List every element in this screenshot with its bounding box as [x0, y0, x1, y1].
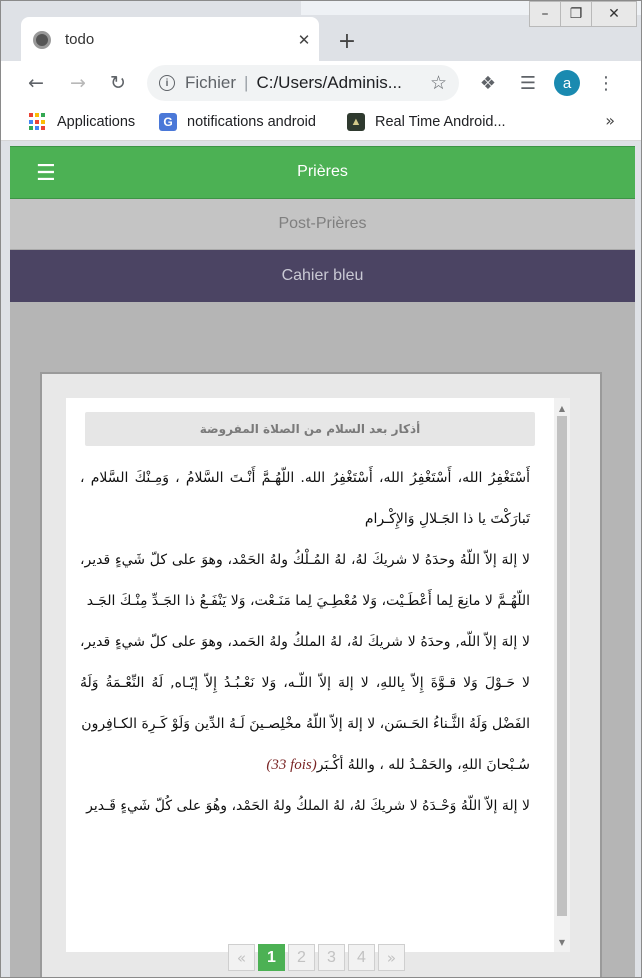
scrollbar-thumb[interactable]	[557, 416, 567, 916]
card-frame: أذكار بعد السلام من الصلاة المفروضة أَسْ…	[40, 372, 602, 977]
dhikr-paragraph: سُـبْحانَ اللهِ، والحَمْـدُ لله ، واللهُ…	[80, 745, 530, 786]
scroll-down-icon[interactable]: ▼	[554, 934, 570, 950]
bookmark-star-icon[interactable]: ☆	[430, 72, 447, 94]
pagination-page-2[interactable]: 2	[288, 944, 315, 971]
pagination-page-1[interactable]: 1	[258, 944, 285, 971]
back-arrow-icon[interactable]: ←	[21, 68, 51, 98]
menu-item-post-prieres[interactable]: Post-Prières	[10, 199, 635, 250]
bookmark-real-time-android[interactable]: ▲ Real Time Android...	[347, 113, 506, 131]
menu-item-prieres[interactable]: ☰ Prières	[10, 146, 635, 199]
address-url[interactable]: C:/Users/Adminis...	[256, 73, 430, 93]
bookmark-label: Applications	[57, 114, 136, 130]
bookmark-label: notifications android	[187, 114, 316, 130]
address-bar[interactable]: i Fichier | C:/Users/Adminis... ☆	[147, 65, 459, 101]
pagination: « 1 2 3 4 »	[228, 944, 408, 971]
pagination-page-4[interactable]: 4	[348, 944, 375, 971]
close-window-icon[interactable]: ✕	[591, 1, 637, 27]
dhikr-paragraph: لا إلهَ إلاّ اللّه, وحدَهُ لا شريكَ لهُ،…	[80, 634, 530, 732]
bookmarks-overflow-icon[interactable]: »	[605, 111, 615, 130]
maximize-icon[interactable]: ❐	[560, 1, 592, 27]
info-icon[interactable]: i	[159, 75, 175, 91]
address-scheme: Fichier	[185, 73, 237, 92]
dhikr-text: سُـبْحانَ اللهِ، والحَمْـدُ لله ، واللهُ…	[316, 757, 530, 773]
browser-tab[interactable]: todo ✕	[21, 17, 319, 62]
dhikr-card: أذكار بعد السلام من الصلاة المفروضة أَسْ…	[66, 398, 570, 952]
pagination-page-3[interactable]: 3	[318, 944, 345, 971]
window-controls: – ❐ ✕	[529, 1, 637, 27]
bookmark-label: Real Time Android...	[375, 114, 506, 130]
minimize-icon[interactable]: –	[529, 1, 561, 27]
profile-avatar[interactable]: a	[554, 70, 580, 96]
google-translate-icon: G	[159, 113, 177, 131]
address-separator: |	[244, 73, 249, 92]
repeat-count-note: (33 fois)	[266, 757, 317, 773]
kebab-menu-icon[interactable]: ⋮	[591, 68, 621, 98]
card-header: أذكار بعد السلام من الصلاة المفروضة	[85, 412, 535, 446]
dhikr-paragraph: لا إلهَ إلاّ اللّهُ وَحْـدَهُ لا شريكَ ل…	[86, 798, 530, 814]
pagination-next[interactable]: »	[378, 944, 405, 971]
tab-title: todo	[65, 31, 95, 48]
card-text: أَسْتَغْفِرُ الله، أَسْتَغْفِرُ الله، أَ…	[66, 458, 540, 952]
apps-grid-icon	[29, 113, 47, 131]
menu-item-label: Prières	[297, 163, 348, 180]
media-queue-icon[interactable]: ☰	[513, 68, 543, 98]
scroll-up-icon[interactable]: ▲	[554, 400, 570, 416]
bookmark-notifications-android[interactable]: G notifications android	[159, 113, 316, 131]
menu-item-cahier-bleu[interactable]: Cahier bleu	[10, 250, 635, 302]
extensions-puzzle-icon[interactable]: ❖	[473, 68, 503, 98]
bookmark-applications[interactable]: Applications	[29, 113, 135, 131]
card-scrollbar[interactable]: ▲ ▼	[554, 398, 570, 952]
browser-window: – ❐ ✕ todo ✕ + ← → ↻ i Fichier | C:/User…	[0, 0, 642, 978]
pagination-prev[interactable]: «	[228, 944, 255, 971]
new-tab-icon[interactable]: +	[333, 27, 361, 55]
bookmarks-bar: Applications G notifications android ▲ R…	[1, 105, 641, 141]
tab-close-icon[interactable]: ✕	[289, 31, 319, 49]
reload-icon[interactable]: ↻	[103, 68, 133, 98]
forward-arrow-icon[interactable]: →	[63, 68, 93, 98]
tab-favicon-icon	[33, 30, 51, 49]
page-viewport: ☰ Prières Post-Prières Cahier bleu أذكار…	[10, 146, 635, 977]
android-icon: ▲	[347, 113, 365, 131]
dhikr-paragraph: لا إلهَ إلاّ اللّهُ وحدَهُ لا شريكَ لهُ،…	[80, 552, 530, 609]
dhikr-paragraph: أَسْتَغْفِرُ الله، أَسْتَغْفِرُ الله، أَ…	[80, 470, 530, 527]
browser-toolbar: ← → ↻ i Fichier | C:/Users/Adminis... ☆ …	[1, 61, 641, 105]
